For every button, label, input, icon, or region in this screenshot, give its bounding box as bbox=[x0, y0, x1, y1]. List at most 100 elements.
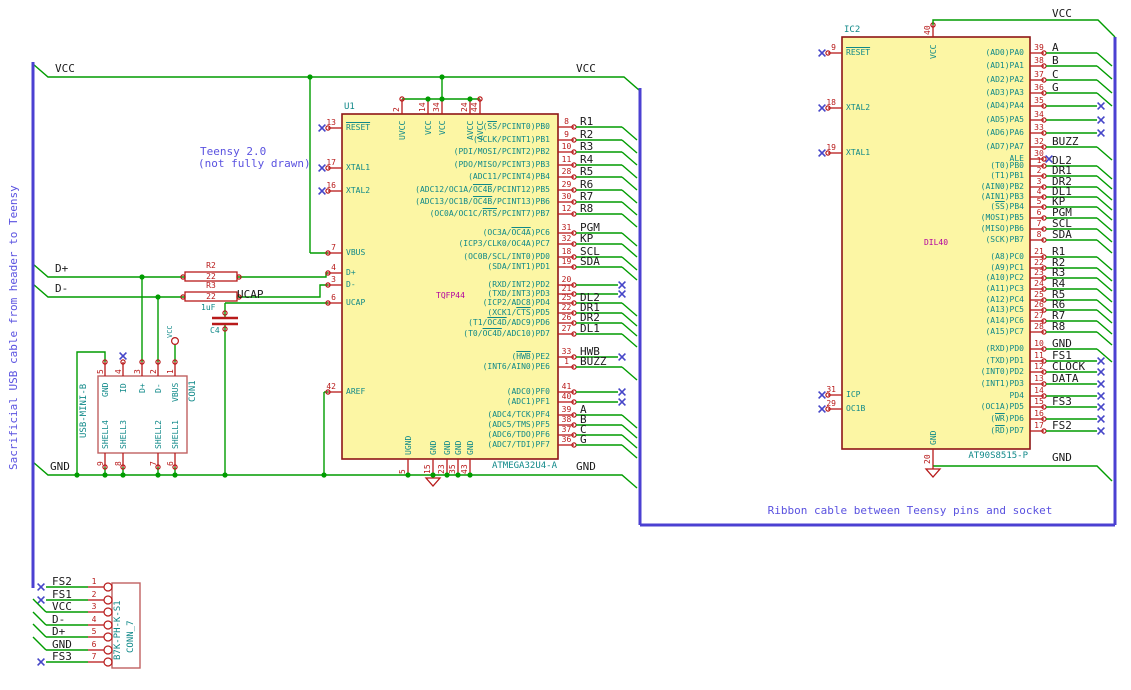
c4-reference[interactable]: C4 bbox=[210, 326, 220, 335]
pin-name: (ADC13/OC1B/OC4B/PCINT13)PB6 bbox=[415, 197, 550, 206]
pin-number: 19 bbox=[826, 143, 836, 152]
pin-number: 7 bbox=[91, 652, 97, 661]
pin-number: 35 bbox=[1034, 96, 1044, 105]
r3-reference[interactable]: R3 bbox=[196, 281, 226, 290]
pin-name: (INT0)PD2 bbox=[980, 367, 1024, 376]
net-label-dl1[interactable]: DL1 bbox=[580, 322, 600, 336]
pin-name: ICP bbox=[846, 390, 861, 399]
pin-name: (ADC0)PF0 bbox=[506, 387, 550, 396]
pin-number: 43 bbox=[460, 464, 469, 474]
net-label-dplus[interactable]: D+ bbox=[55, 262, 68, 276]
con1-value[interactable]: USB-MINI-B bbox=[79, 380, 89, 438]
pin-number: 26 bbox=[1034, 300, 1044, 309]
net-label-r3[interactable]: R3 bbox=[580, 140, 593, 154]
pin-name: (ADC11/PCINT4)PB4 bbox=[468, 172, 550, 181]
net-label-g[interactable]: G bbox=[1052, 81, 1059, 95]
pin-name: (HWB)PE2 bbox=[511, 352, 550, 361]
net-label-buzz[interactable]: BUZZ bbox=[580, 355, 607, 369]
con1-reference[interactable]: CON1 bbox=[188, 376, 198, 402]
cable-note[interactable]: Sacrificial USB cable from header to Tee… bbox=[7, 182, 21, 470]
pin-name: (A12)PC4 bbox=[985, 295, 1024, 304]
pin-name: AVCC bbox=[466, 120, 475, 140]
pin-name: (SCK)PB7 bbox=[985, 235, 1024, 244]
net-label-gnd-ic2[interactable]: GND bbox=[1052, 451, 1072, 465]
pin-number: 31 bbox=[561, 223, 572, 232]
vcc-power-symbol-label[interactable]: VCC bbox=[166, 322, 174, 338]
ic2-reference[interactable]: IC2 bbox=[844, 25, 860, 35]
pin-number: 3 bbox=[91, 602, 97, 611]
net-label-vcc[interactable]: VCC bbox=[52, 600, 72, 614]
pin-number: 20 bbox=[561, 275, 572, 284]
u1-reference[interactable]: U1 bbox=[344, 102, 355, 112]
ribbon-note[interactable]: Ribbon cable between Teensy pins and soc… bbox=[760, 504, 1060, 518]
net-label-kp[interactable]: KP bbox=[580, 232, 593, 246]
pin-number: 3 bbox=[1036, 177, 1042, 186]
pin-number: 5 bbox=[91, 627, 97, 636]
net-label-r1[interactable]: R1 bbox=[580, 115, 593, 129]
pin-number: 27 bbox=[1034, 311, 1044, 320]
pin-name: RESET bbox=[346, 123, 371, 132]
net-label-a[interactable]: A bbox=[1052, 41, 1059, 55]
pin-name: (AD6)PA6 bbox=[985, 128, 1024, 137]
pin-number: 7 bbox=[1036, 219, 1042, 228]
net-label-d+[interactable]: D+ bbox=[52, 625, 65, 639]
net-label-g[interactable]: G bbox=[580, 433, 587, 447]
net-label-data[interactable]: DATA bbox=[1052, 372, 1079, 386]
pin-name: (SS/PCINT0)PB0 bbox=[482, 122, 550, 131]
r2-value[interactable]: 22 bbox=[185, 272, 237, 281]
r2-reference[interactable]: R2 bbox=[196, 261, 226, 270]
wire bbox=[621, 366, 638, 381]
conn7-name[interactable]: CONN_7 bbox=[126, 617, 136, 653]
pin-number: 25 bbox=[561, 293, 572, 302]
net-label-c[interactable]: C bbox=[1052, 68, 1059, 82]
pin-number: 7 bbox=[149, 461, 158, 466]
net-label-ucap[interactable]: UCAP bbox=[237, 288, 264, 302]
teensy-note-line2[interactable]: (not fully drawn) bbox=[198, 157, 311, 171]
pin-number: 7 bbox=[331, 243, 336, 252]
net-label-sda[interactable]: SDA bbox=[580, 255, 600, 269]
pin-end-circle bbox=[103, 620, 113, 630]
pin-number: 1 bbox=[91, 577, 97, 586]
net-label-r5[interactable]: R5 bbox=[580, 165, 593, 179]
wire bbox=[1096, 288, 1113, 303]
wire bbox=[621, 201, 638, 216]
pin-name: GND bbox=[466, 440, 475, 455]
pin-number: 5 bbox=[398, 469, 407, 474]
net-label-b[interactable]: B bbox=[1052, 54, 1059, 68]
net-label-fs3[interactable]: FS3 bbox=[52, 650, 72, 664]
net-label-fs3[interactable]: FS3 bbox=[1052, 395, 1072, 409]
pin-name: (INT1)PD3 bbox=[980, 379, 1024, 388]
net-label-vcc-ic2[interactable]: VCC bbox=[1052, 7, 1072, 21]
pin-name: XTAL2 bbox=[346, 186, 371, 195]
net-label-buzz[interactable]: BUZZ bbox=[1052, 135, 1079, 149]
pin-number: 42 bbox=[326, 382, 336, 391]
pin-name: (T0/OC4D/ADC10)PD7 bbox=[463, 329, 550, 338]
net-label-fs2[interactable]: FS2 bbox=[1052, 419, 1072, 433]
pin-name: (RXD/INT2)PD2 bbox=[487, 280, 550, 289]
pin-number: 8 bbox=[564, 117, 569, 126]
pin-name: XTAL2 bbox=[846, 103, 871, 112]
pin-number: 5 bbox=[1036, 197, 1042, 206]
pin-name: (WR)PD6 bbox=[990, 414, 1024, 423]
r3-value[interactable]: 22 bbox=[185, 292, 237, 301]
wire bbox=[621, 189, 638, 204]
net-label-fs2[interactable]: FS2 bbox=[52, 575, 72, 589]
net-label-vcc-left[interactable]: VCC bbox=[55, 62, 75, 76]
net-label-vcc-u1[interactable]: VCC bbox=[576, 62, 596, 76]
net-label-sda[interactable]: SDA bbox=[1052, 228, 1072, 242]
conn7-part-number[interactable]: B7K-PH-K-S1 bbox=[113, 598, 123, 660]
pin-number: 6 bbox=[91, 640, 97, 649]
ic2-value[interactable]: AT90S8515-P bbox=[921, 451, 1028, 461]
net-label-r8[interactable]: R8 bbox=[580, 202, 593, 216]
net-label-r8[interactable]: R8 bbox=[1052, 320, 1065, 334]
pin-number: 22 bbox=[561, 303, 572, 312]
net-label-gnd-left[interactable]: GND bbox=[50, 460, 70, 474]
pin-number: 6 bbox=[1036, 208, 1042, 217]
net-label-gnd-u1[interactable]: GND bbox=[576, 460, 596, 474]
pin-number: 6 bbox=[331, 293, 336, 302]
net-label-dminus[interactable]: D- bbox=[55, 282, 68, 296]
pin-number: 4 bbox=[1036, 187, 1042, 196]
pin-number: 33 bbox=[561, 347, 572, 356]
pin-number: 9 bbox=[96, 461, 105, 466]
c4-value[interactable]: 1uF bbox=[201, 303, 215, 312]
